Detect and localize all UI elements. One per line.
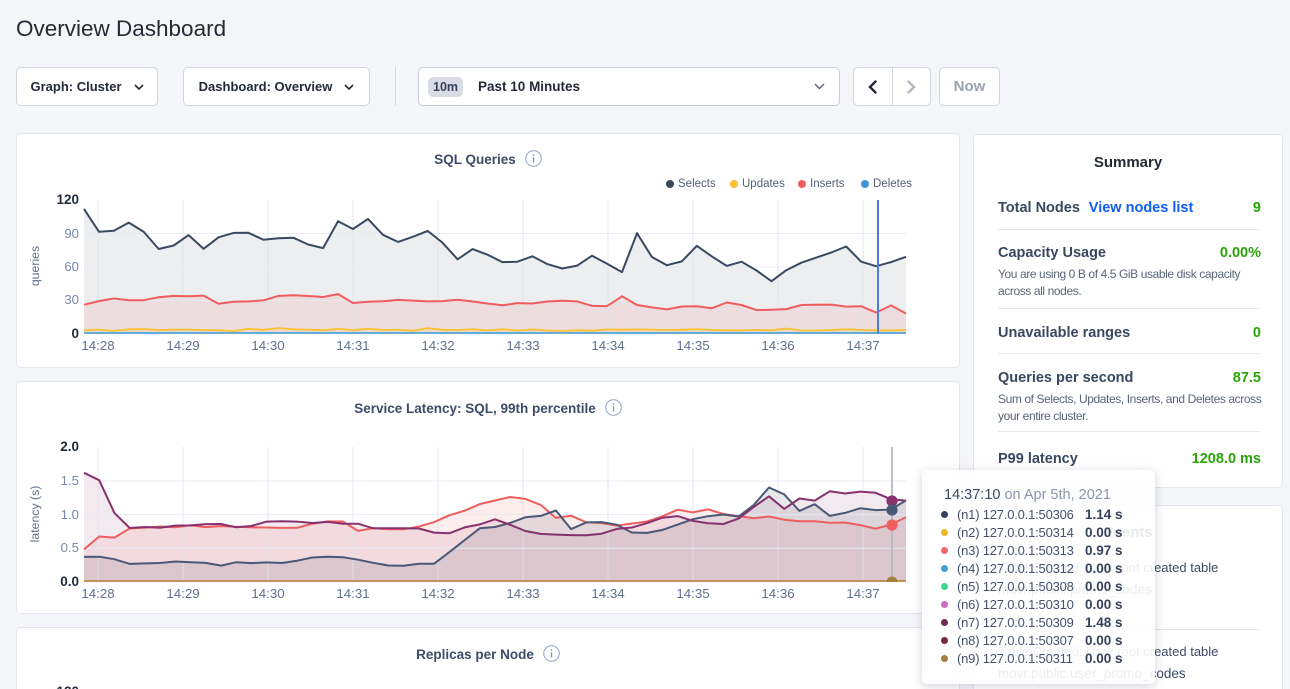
svg-text:14:35: 14:35 bbox=[676, 586, 709, 601]
svg-text:queries: queries bbox=[28, 246, 42, 286]
svg-text:120: 120 bbox=[56, 192, 79, 207]
svg-text:14:36: 14:36 bbox=[761, 338, 794, 353]
svg-text:120: 120 bbox=[56, 684, 79, 689]
svg-text:2.0: 2.0 bbox=[60, 439, 79, 454]
svg-text:latency (s): latency (s) bbox=[28, 486, 42, 543]
svg-text:14:28: 14:28 bbox=[81, 338, 114, 353]
svg-text:14:33: 14:33 bbox=[506, 338, 539, 353]
svg-text:1.5: 1.5 bbox=[61, 473, 79, 488]
svg-text:0.5: 0.5 bbox=[61, 540, 79, 555]
svg-text:14:30: 14:30 bbox=[251, 338, 284, 353]
svg-text:90: 90 bbox=[64, 226, 79, 241]
svg-text:14:29: 14:29 bbox=[166, 338, 199, 353]
svg-text:1.0: 1.0 bbox=[61, 507, 79, 522]
svg-text:14:31: 14:31 bbox=[336, 586, 369, 601]
svg-text:14:28: 14:28 bbox=[81, 586, 114, 601]
svg-text:14:36: 14:36 bbox=[761, 586, 794, 601]
svg-text:14:37: 14:37 bbox=[846, 338, 879, 353]
svg-text:14:29: 14:29 bbox=[166, 586, 199, 601]
svg-text:14:37: 14:37 bbox=[846, 586, 879, 601]
svg-text:14:32: 14:32 bbox=[421, 586, 454, 601]
svg-text:14:32: 14:32 bbox=[421, 338, 454, 353]
svg-text:30: 30 bbox=[64, 292, 79, 307]
svg-text:14:34: 14:34 bbox=[591, 586, 624, 601]
svg-text:0: 0 bbox=[71, 326, 79, 341]
svg-text:14:30: 14:30 bbox=[251, 586, 284, 601]
svg-text:14:34: 14:34 bbox=[591, 338, 624, 353]
svg-text:14:33: 14:33 bbox=[506, 586, 539, 601]
svg-text:60: 60 bbox=[64, 259, 79, 274]
svg-text:14:31: 14:31 bbox=[336, 338, 369, 353]
svg-text:0.0: 0.0 bbox=[60, 574, 79, 589]
svg-text:14:35: 14:35 bbox=[676, 338, 709, 353]
